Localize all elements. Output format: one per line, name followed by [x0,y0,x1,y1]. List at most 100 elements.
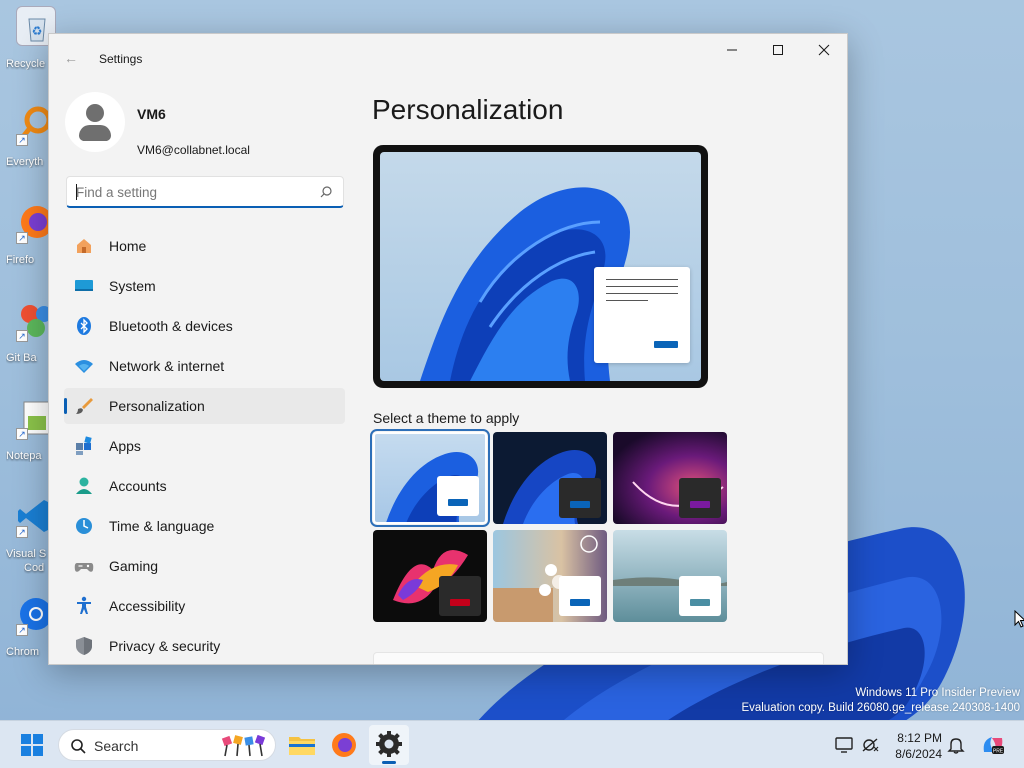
sidebar-item-privacy-security[interactable]: Privacy & security [64,628,345,664]
apps-icon [76,436,92,455]
minimize-button[interactable] [709,34,755,66]
settings-window: ← Settings VM6 VM6@collabnet.local Find … [48,33,848,665]
theme-mini-window [559,478,601,518]
close-icon [818,44,830,56]
sidebar-item-system[interactable]: System [64,268,345,304]
theme-glow[interactable] [613,432,727,524]
sidebar-item-network[interactable]: Network & internet [64,348,345,384]
gaming-icon [74,563,94,572]
profile-name: VM6 [137,106,166,122]
taskbar-file-explorer[interactable] [282,725,322,765]
text-caret [76,184,77,200]
sidebar: VM6 VM6@collabnet.local Home System Blue… [49,74,359,664]
sidebar-item-apps[interactable]: Apps [64,428,345,464]
sidebar-item-label: System [109,278,156,294]
theme-mini-window [559,576,601,616]
accounts-icon [76,477,92,494]
avatar [65,92,125,152]
start-button[interactable] [12,725,52,765]
sidebar-item-label: Accessibility [109,598,186,614]
privacy-shield-icon [76,637,92,655]
search-icon[interactable] [319,185,333,199]
theme-section-label: Select a theme to apply [373,410,520,426]
notification-bell-icon[interactable] [946,735,966,755]
theme-mini-window [439,576,481,616]
time-language-icon [76,518,92,534]
sidebar-item-gaming[interactable]: Gaming [64,548,345,584]
system-clock[interactable]: 8:12 PM 8/6/2024 [888,730,942,762]
search-highlight-icon [221,735,266,757]
settings-nav: Home System Bluetooth & devices Network … [64,228,345,664]
page-title: Personalization [372,94,564,125]
preview-window [594,267,690,363]
svg-text:♻: ♻ [32,24,43,38]
settings-gear-icon [376,731,402,757]
network-disconnected-icon[interactable] [860,735,880,755]
theme-flow[interactable] [613,530,727,622]
sidebar-item-accessibility[interactable]: Accessibility [64,588,345,624]
start-icon [21,734,43,756]
settings-card[interactable] [373,652,824,664]
minimize-icon [727,49,737,51]
profile-email: VM6@collabnet.local [137,143,250,157]
theme-preview [373,145,708,388]
sidebar-item-label: Time & language [109,518,215,534]
copilot-pre-icon[interactable]: PRE [980,732,1006,758]
sidebar-item-label: Apps [109,438,141,454]
clock-date: 8/6/2024 [895,747,942,761]
search-input[interactable] [76,183,306,201]
settings-search[interactable] [66,176,344,208]
user-profile[interactable]: VM6 VM6@collabnet.local [65,92,355,157]
system-icon [75,280,93,291]
taskbar-settings[interactable] [369,725,409,765]
clock-time: 8:12 PM [897,731,942,745]
window-title: Settings [99,52,143,66]
file-explorer-icon [289,737,315,755]
taskbar-firefox[interactable] [324,725,364,765]
close-button[interactable] [801,34,847,66]
sidebar-item-personalization[interactable]: Personalization [64,388,345,424]
sidebar-item-label: Privacy & security [109,638,221,654]
network-icon [75,360,93,373]
arrow-left-icon: ← [64,50,78,66]
sidebar-item-bluetooth[interactable]: Bluetooth & devices [64,308,345,344]
theme-sunrise[interactable] [493,530,607,622]
home-icon [77,239,91,253]
search-icon [71,739,86,754]
theme-mini-window [437,476,479,516]
theme-mini-window [679,478,721,518]
window-controls [709,34,847,66]
taskbar-search[interactable]: Search [58,729,276,761]
theme-windows-light[interactable] [370,429,490,527]
sidebar-item-home[interactable]: Home [64,228,345,264]
maximize-button[interactable] [755,34,801,66]
bluetooth-icon [77,317,91,335]
svg-text:PRE: PRE [993,749,1004,755]
back-button[interactable]: ← [61,48,81,68]
sidebar-item-label: Bluetooth & devices [109,318,233,334]
sidebar-item-accounts[interactable]: Accounts [64,468,345,504]
theme-mini-window [679,576,721,616]
personalization-brush-icon [76,398,93,414]
firefox-icon [332,733,356,757]
theme-windows-dark[interactable] [493,432,607,524]
watermark-line-2: Evaluation copy. Build 26080.ge_release.… [741,702,1020,714]
sidebar-item-label: Network & internet [109,358,225,374]
main-content: Personalization Select a theme to apply [359,74,847,664]
mouse-cursor-icon [1014,610,1024,628]
theme-captured-motion[interactable] [373,530,487,622]
sidebar-item-label: Accounts [109,478,167,494]
taskbar-search-label: Search [94,738,139,754]
sidebar-item-label: Gaming [109,558,159,574]
accessibility-icon [77,596,91,614]
os-watermark: Windows 11 Pro Insider Preview Evaluatio… [741,686,1020,716]
taskbar: Search 8:12 PM 8/6/2024 PRE [0,720,1024,768]
maximize-icon [773,45,783,55]
sidebar-item-time-language[interactable]: Time & language [64,508,345,544]
sidebar-item-label: Home [109,238,147,254]
watermark-line-1: Windows 11 Pro Insider Preview [855,687,1020,699]
sidebar-item-label: Personalization [109,398,205,414]
display-icon[interactable] [834,735,854,755]
preview-desktop [380,152,701,381]
title-bar[interactable]: ← Settings [49,34,847,66]
